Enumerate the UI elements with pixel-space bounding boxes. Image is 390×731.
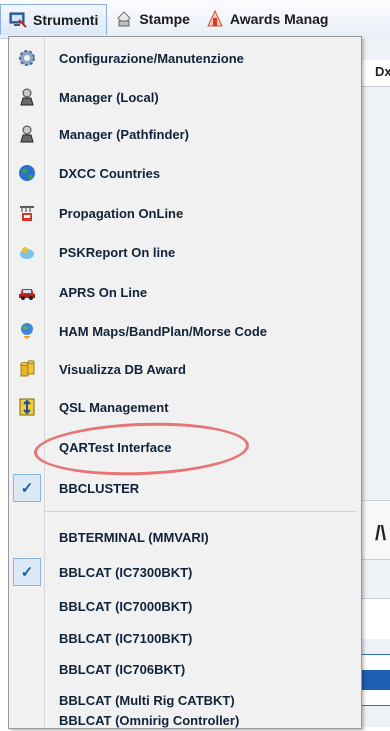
menu-item-gutter — [9, 350, 45, 388]
menu-item-manager-local[interactable]: Manager (Local) — [9, 78, 361, 116]
menu-item-pskreport[interactable]: PSKReport On line — [9, 233, 361, 271]
menu-item-gutter — [9, 115, 45, 153]
menu-item-label: BBLCAT (IC706BKT) — [59, 661, 186, 677]
menu-item-configurazione[interactable]: Configurazione/Manutenzione — [9, 39, 361, 77]
manager-icon — [18, 125, 36, 143]
menu-item-ham-maps[interactable]: HAM Maps/BandPlan/Morse Code — [9, 312, 361, 350]
menu-item-gutter — [9, 312, 45, 350]
menu-item-visualizza-db-award[interactable]: Visualizza DB Award — [9, 350, 361, 388]
monitor-tools-icon — [9, 11, 27, 29]
menu-item-label: BBLCAT (IC7000BKT) — [59, 598, 193, 614]
pskreport-icon — [18, 243, 36, 261]
menu-item-gutter — [9, 709, 45, 731]
menu-item-manager-pathfinder[interactable]: Manager (Pathfinder) — [9, 115, 361, 153]
car-icon — [18, 283, 36, 301]
background-text-mid: /\ — [375, 523, 387, 545]
menu-item-label: QSL Management — [59, 399, 169, 415]
background-panel: /\ — [361, 500, 390, 560]
background-toolbar: Dx — [361, 60, 390, 87]
award-icon — [206, 9, 224, 28]
printer-icon — [115, 10, 133, 28]
menu-item-gutter — [9, 518, 45, 556]
globe-icon — [18, 164, 36, 182]
background-window: Dx /\ — [360, 38, 390, 727]
menu-item-label: Configurazione/Manutenzione — [59, 50, 244, 66]
menu-item-gutter — [9, 78, 45, 116]
database-icon — [18, 360, 36, 378]
menu-awards-manager-label: Awards Manag — [229, 11, 329, 27]
menu-item-bbcluster[interactable]: ✓ BBCLUSTER — [9, 469, 361, 507]
menu-stampe[interactable]: Stampe — [107, 4, 198, 34]
menu-item-label: DXCC Countries — [59, 165, 161, 181]
menu-item-label: BBCLUSTER — [59, 480, 140, 496]
menu-item-label: BBLCAT (Multi Rig CATBKT) — [59, 692, 235, 708]
manager-icon — [18, 88, 36, 106]
menu-item-label: BBLCAT (Omnirig Controller) — [59, 712, 240, 728]
menu-item-label: Manager (Pathfinder) — [59, 126, 190, 142]
menu-item-gutter — [9, 388, 45, 426]
background-text-top: Dx — [375, 64, 390, 79]
menu-item-propagation-online[interactable]: Propagation OnLine — [9, 194, 361, 232]
menu-item-label: BBLCAT (IC7300BKT) — [59, 564, 193, 580]
menu-item-label: PSKReport On line — [59, 244, 176, 260]
check-icon: ✓ — [13, 474, 41, 502]
qsl-icon — [18, 398, 36, 416]
menu-strumenti-label: Strumenti — [33, 11, 99, 28]
menu-item-label: APRS On Line — [59, 284, 148, 300]
menu-item-gutter — [9, 194, 45, 232]
background-selected-row — [361, 670, 390, 690]
menu-item-gutter — [9, 233, 45, 271]
menu-strumenti[interactable]: Strumenti — [0, 3, 108, 35]
menu-awards-manager[interactable]: Awards Manag — [198, 4, 337, 34]
check-icon: ✓ — [13, 558, 41, 586]
map-pin-icon — [18, 322, 36, 340]
menubar: Strumenti Stampe Awards Manag — [0, 0, 390, 39]
antenna-icon — [18, 204, 36, 222]
menu-item-gutter: ✓ — [9, 553, 45, 591]
menu-item-gutter — [9, 273, 45, 311]
menu-item-gutter: ✓ — [9, 469, 45, 507]
menu-item-bblcat-ic7300bkt[interactable]: ✓ BBLCAT (IC7300BKT) — [9, 553, 361, 591]
menu-stampe-label: Stampe — [139, 11, 190, 27]
menu-item-qsl-management[interactable]: QSL Management — [9, 388, 361, 426]
strumenti-dropdown-menu: Configurazione/Manutenzione Manager (Loc… — [8, 36, 362, 729]
menu-item-label: BBTERMINAL (MMVARI) — [59, 529, 209, 545]
menu-item-label: BBLCAT (IC7100BKT) — [59, 630, 193, 646]
menu-item-gutter — [9, 154, 45, 192]
background-field — [361, 598, 390, 639]
menu-item-label: Propagation OnLine — [59, 205, 184, 221]
menu-item-label: Visualizza DB Award — [59, 361, 186, 377]
menu-item-aprs-online[interactable]: APRS On Line — [9, 273, 361, 311]
menu-item-label: HAM Maps/BandPlan/Morse Code — [59, 323, 268, 339]
menu-item-bbterminal-mmvari[interactable]: BBTERMINAL (MMVARI) — [9, 518, 361, 556]
menu-separator — [45, 511, 357, 512]
menu-item-bblcat-omnirig[interactable]: BBLCAT (Omnirig Controller) — [9, 709, 361, 731]
menu-item-label: Manager (Local) — [59, 89, 159, 105]
gear-icon — [18, 49, 36, 67]
menu-item-dxcc-countries[interactable]: DXCC Countries — [9, 154, 361, 192]
menu-item-gutter — [9, 39, 45, 77]
